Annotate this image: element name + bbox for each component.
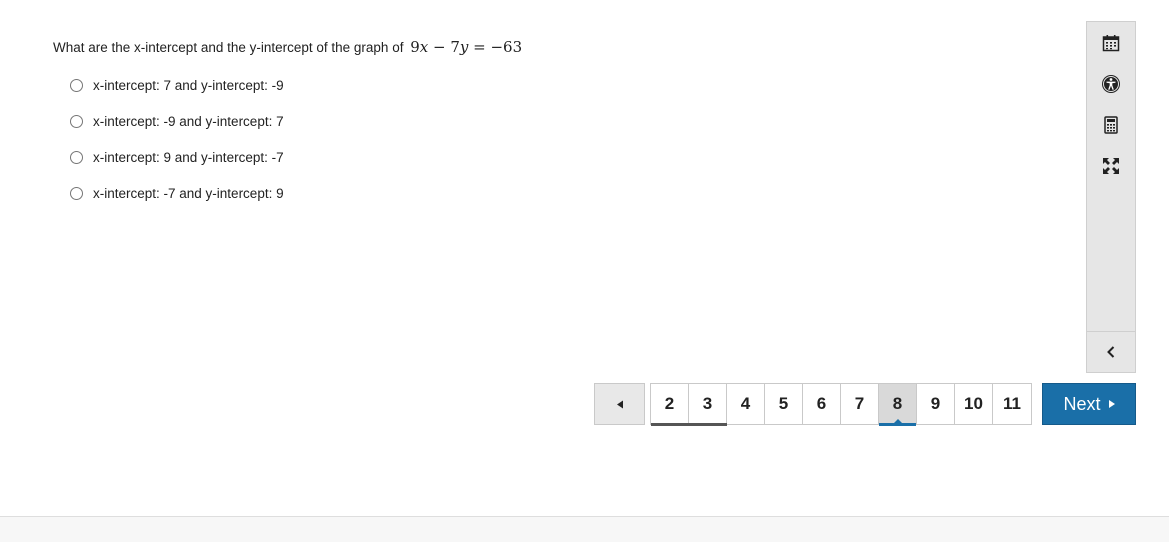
tools-sidebar bbox=[1086, 21, 1136, 373]
collapse-toolbar-button[interactable] bbox=[1087, 337, 1135, 367]
equation-var-x: x bbox=[419, 38, 429, 56]
question-prompt: What are the x-intercept and the y-inter… bbox=[53, 38, 522, 56]
calculator-button[interactable] bbox=[1087, 110, 1135, 140]
radio-button[interactable] bbox=[70, 114, 83, 128]
page-number: 11 bbox=[1003, 394, 1021, 413]
calendar-button[interactable] bbox=[1087, 28, 1135, 58]
chevron-left-icon bbox=[1107, 346, 1115, 358]
page-button-9[interactable]: 9 bbox=[917, 384, 955, 424]
equation: 9x − 7y = −63 bbox=[410, 38, 522, 56]
page-number: 6 bbox=[816, 394, 827, 413]
page-button-5[interactable]: 5 bbox=[765, 384, 803, 424]
fullscreen-button[interactable] bbox=[1087, 151, 1135, 181]
caret-left-icon bbox=[616, 400, 623, 408]
next-button-label: Next bbox=[1063, 393, 1101, 414]
question-text: What are the x-intercept and the y-inter… bbox=[53, 40, 404, 55]
answer-option-label: x-intercept: -7 and y-intercept: 9 bbox=[93, 185, 284, 201]
equation-constant: −63 bbox=[490, 38, 523, 56]
caret-right-icon bbox=[1108, 400, 1115, 408]
page-number: 9 bbox=[930, 394, 941, 413]
question-pagination: 2 3 4 5 6 7 8 9 10 11 bbox=[650, 383, 1032, 426]
previous-button[interactable] bbox=[594, 383, 645, 425]
page-number: 8 bbox=[892, 394, 903, 413]
answer-option-label: x-intercept: 9 and y-intercept: -7 bbox=[93, 149, 284, 165]
answer-option[interactable]: x-intercept: 7 and y-intercept: -9 bbox=[70, 76, 284, 94]
calculator-icon bbox=[1104, 116, 1118, 134]
fullscreen-icon bbox=[1103, 158, 1119, 174]
next-button[interactable]: Next bbox=[1042, 383, 1136, 425]
footer-bar bbox=[0, 516, 1169, 542]
page-button-3[interactable]: 3 bbox=[689, 384, 727, 426]
radio-button[interactable] bbox=[70, 150, 83, 164]
answer-option[interactable]: x-intercept: -7 and y-intercept: 9 bbox=[70, 184, 284, 202]
page-button-4[interactable]: 4 bbox=[727, 384, 765, 424]
equation-minus: − bbox=[428, 38, 451, 56]
equation-equals: = bbox=[468, 38, 491, 56]
equation-coefficient-a: 9 bbox=[410, 38, 420, 56]
page-number: 10 bbox=[964, 394, 983, 413]
answer-option[interactable]: x-intercept: -9 and y-intercept: 7 bbox=[70, 112, 284, 130]
equation-coefficient-b: 7 bbox=[450, 38, 460, 56]
accessibility-icon bbox=[1102, 75, 1120, 93]
page-number: 7 bbox=[854, 394, 865, 413]
page-button-2[interactable]: 2 bbox=[651, 384, 689, 426]
page-button-10[interactable]: 10 bbox=[955, 384, 993, 424]
toolbar-divider bbox=[1087, 331, 1135, 332]
page-number: 5 bbox=[778, 394, 789, 413]
page-button-7[interactable]: 7 bbox=[841, 384, 879, 424]
answer-option-label: x-intercept: 7 and y-intercept: -9 bbox=[93, 77, 284, 93]
page-button-6[interactable]: 6 bbox=[803, 384, 841, 424]
page-number: 2 bbox=[664, 394, 675, 413]
answer-option-label: x-intercept: -9 and y-intercept: 7 bbox=[93, 113, 284, 129]
page-number: 3 bbox=[702, 394, 713, 413]
page-button-11[interactable]: 11 bbox=[993, 384, 1031, 424]
answer-option[interactable]: x-intercept: 9 and y-intercept: -7 bbox=[70, 148, 284, 166]
page-number: 4 bbox=[740, 394, 751, 413]
current-page-indicator bbox=[892, 419, 903, 424]
page-button-8[interactable]: 8 bbox=[879, 384, 917, 426]
answer-options: x-intercept: 7 and y-intercept: -9 x-int… bbox=[70, 76, 284, 220]
radio-button[interactable] bbox=[70, 78, 83, 92]
calendar-icon bbox=[1102, 35, 1120, 52]
radio-button[interactable] bbox=[70, 186, 83, 200]
accessibility-button[interactable] bbox=[1087, 69, 1135, 99]
